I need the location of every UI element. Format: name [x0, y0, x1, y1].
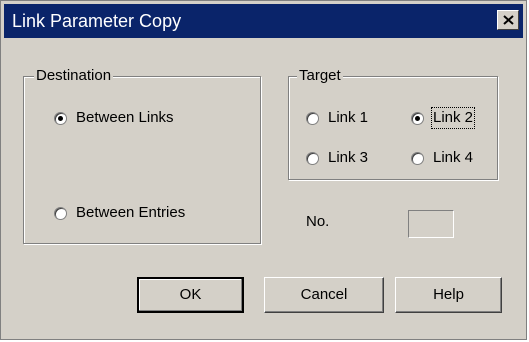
destination-legend: Destination [34, 67, 114, 85]
radio-dot [415, 115, 420, 121]
number-label: No. [306, 213, 330, 230]
destination-group: Destination Between Links Between Entrie… [23, 67, 261, 244]
ok-button[interactable]: OK [137, 277, 244, 313]
number-input[interactable] [409, 211, 453, 237]
radio-dot [58, 115, 63, 121]
radio-button[interactable] [54, 111, 67, 125]
radio-button[interactable] [411, 111, 424, 125]
radio-between-entries[interactable]: Between Entries [54, 204, 185, 222]
target-legend: Target [297, 67, 343, 85]
radio-link-2[interactable]: Link 2 [411, 107, 476, 129]
radio-label: Link 3 [328, 149, 369, 166]
help-button[interactable]: Help [395, 277, 502, 313]
title-bar[interactable]: Link Parameter Copy [4, 4, 523, 38]
radio-label: Link 1 [328, 109, 369, 126]
close-button[interactable] [497, 10, 519, 30]
number-field[interactable] [408, 210, 454, 238]
radio-button[interactable] [54, 206, 67, 220]
radio-link-1[interactable]: Link 1 [306, 109, 368, 127]
radio-label: Between Entries [76, 204, 186, 221]
radio-label: Link 2 [430, 107, 476, 129]
radio-label: Between Links [76, 109, 174, 126]
window-title: Link Parameter Copy [12, 11, 182, 31]
close-icon [503, 15, 514, 25]
link-parameter-copy-dialog: Link Parameter Copy Destination Between … [0, 0, 527, 340]
radio-link-3[interactable]: Link 3 [306, 149, 368, 167]
cancel-button[interactable]: Cancel [264, 277, 384, 313]
radio-link-4[interactable]: Link 4 [411, 149, 473, 167]
radio-between-links[interactable]: Between Links [54, 109, 174, 127]
radio-button[interactable] [306, 111, 319, 125]
target-group: Target Link 1 Link 2 Link 3 Link 4 [288, 67, 498, 180]
radio-button[interactable] [411, 151, 424, 165]
radio-button[interactable] [306, 151, 319, 165]
radio-label: Link 4 [433, 149, 474, 166]
